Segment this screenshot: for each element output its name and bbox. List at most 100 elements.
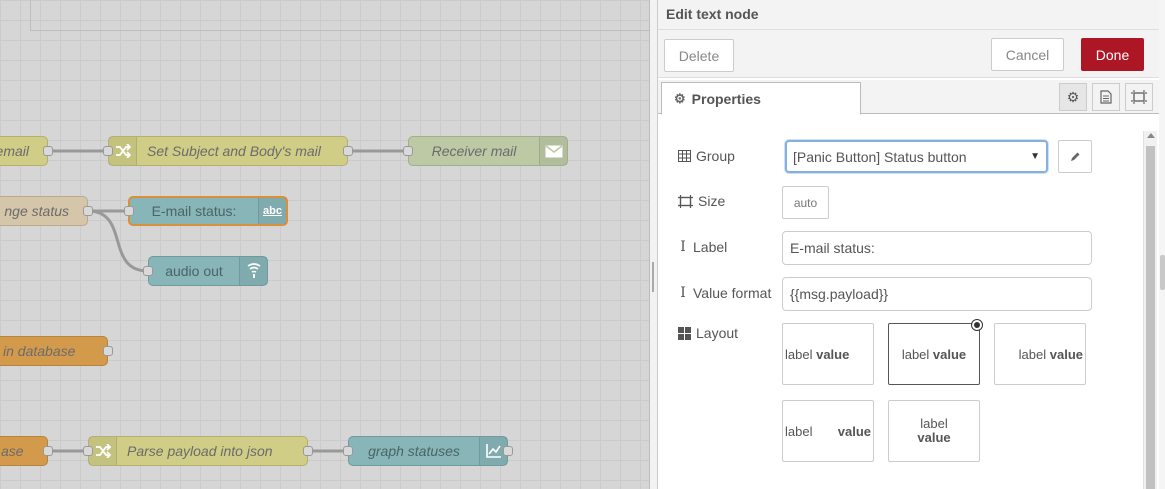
abc-icon-text: abc (263, 205, 282, 217)
node-label: Set Subject and Body's mail (147, 143, 321, 159)
layout-row-label: Layout (678, 325, 738, 341)
node-label: Receiver mail (431, 143, 517, 159)
table-icon (678, 150, 691, 162)
splitter-grip[interactable] (652, 262, 654, 292)
layout-option-label-value-left[interactable]: label value (782, 323, 874, 385)
output-port[interactable] (343, 146, 353, 156)
flow-node-database[interactable]: in database (0, 336, 113, 366)
output-port[interactable] (83, 206, 93, 216)
node-label: in database (3, 343, 76, 359)
properties-form: Group [Panic Button] Status button ▼ Siz… (658, 115, 1144, 489)
tray-toolbar: Delete Cancel Done (658, 30, 1165, 78)
audio-icon (239, 257, 267, 285)
flow-node-change-status[interactable]: nge status (0, 196, 93, 226)
tab-properties[interactable]: ⚙ Properties (661, 82, 861, 115)
tray-scrollbar[interactable] (1159, 0, 1165, 489)
text-cursor-icon: I (680, 285, 686, 301)
layout-option-label-value-stacked[interactable]: label value (888, 400, 980, 462)
layout-option-label: label (901, 346, 930, 362)
flow-node-email[interactable]: email (0, 136, 53, 166)
layout-option-value: value (932, 346, 967, 362)
node-label: nge status (4, 203, 69, 219)
pencil-icon (1071, 152, 1080, 161)
input-port[interactable] (403, 146, 413, 156)
format-label: Value format (693, 285, 772, 301)
form-scrollbar[interactable] (1143, 131, 1157, 489)
layout-option-value: value (1049, 346, 1083, 362)
done-button[interactable]: Done (1081, 38, 1144, 71)
tray-resize-splitter[interactable] (649, 0, 657, 489)
flow-node-email-status[interactable]: E-mail status: abc (124, 196, 288, 226)
node-label: graph statuses (368, 443, 460, 459)
layout-option-value: value (917, 430, 951, 445)
group-select[interactable]: [Panic Button] Status button ▼ (785, 140, 1048, 173)
edit-group-button[interactable] (1058, 140, 1092, 173)
size-label: Size (698, 193, 726, 209)
output-port[interactable] (103, 346, 113, 356)
tray-scroll-thumb[interactable] (1160, 255, 1165, 290)
editor-tray: Edit text node Delete Cancel Done ⚙ Prop… (657, 0, 1165, 489)
gear-icon: ⚙ (674, 90, 686, 106)
form-scroll-thumb[interactable] (1146, 146, 1155, 489)
layout-option-value: value (837, 423, 871, 439)
flow-node-audio-out[interactable]: audio out (143, 256, 268, 286)
size-picker-button[interactable]: auto (782, 186, 829, 219)
node-label: audio out (165, 263, 223, 279)
input-port[interactable] (343, 446, 353, 456)
layout-option-label: label (1018, 346, 1047, 362)
frame-icon (1131, 90, 1147, 104)
text-cursor-icon: I (680, 239, 686, 255)
selected-radio-icon (971, 319, 983, 331)
value-format-input[interactable]: {{msg.payload}} (782, 277, 1092, 311)
layout-label: Layout (696, 325, 739, 341)
layout-option-value: value (816, 346, 850, 362)
tab-description[interactable] (1092, 83, 1120, 111)
label-input[interactable]: E-mail status: (782, 231, 1092, 265)
flow-node-parse-payload[interactable]: Parse payload into json (83, 436, 313, 466)
flow-node-ase[interactable]: ase (0, 436, 53, 466)
group-select-value: [Panic Button] Status button (793, 148, 967, 165)
size-row-label: Size (678, 193, 725, 209)
abc-icon: abc (258, 198, 286, 224)
flow-workspace[interactable]: email Set Subject and Body's mail Receiv… (0, 0, 649, 489)
input-port[interactable] (143, 266, 153, 276)
cancel-button[interactable]: Cancel (991, 38, 1064, 71)
tab-appearance[interactable] (1125, 83, 1153, 111)
layout-option-label-value-spread[interactable]: label value (782, 400, 874, 462)
layout-option-label: label (785, 423, 813, 439)
delete-button[interactable]: Delete (664, 39, 734, 72)
envelope-icon (539, 137, 567, 165)
wires (48, 149, 408, 453)
tray-title: Edit text node (658, 0, 1165, 30)
scroll-up-arrow-icon[interactable] (1147, 133, 1155, 138)
group-row-label: Group (678, 148, 735, 164)
format-row-label: I Value format (678, 285, 771, 301)
layout-option-label: label (920, 416, 948, 431)
shuffle-icon (109, 137, 137, 165)
label-row-label: I Label (678, 239, 727, 255)
tab-node-settings[interactable]: ⚙ (1059, 83, 1087, 111)
output-port[interactable] (43, 146, 53, 156)
node-label: Parse payload into json (127, 443, 273, 459)
group-label: Group (696, 148, 735, 164)
gear-icon: ⚙ (1066, 88, 1080, 105)
flow-node-receiver-mail[interactable]: Receiver mail (403, 136, 568, 166)
flow-node-graph-statuses[interactable]: graph statuses (343, 436, 513, 466)
chevron-down-icon: ▼ (1030, 151, 1040, 162)
node-label: email (0, 143, 29, 159)
layout-option-label-value-right[interactable]: label value (994, 323, 1086, 385)
shuffle-icon (89, 437, 117, 465)
output-port[interactable] (303, 446, 313, 456)
input-port[interactable] (103, 146, 113, 156)
input-port[interactable] (83, 446, 93, 456)
tray-tabs: ⚙ Properties ⚙ (658, 80, 1165, 115)
label-label: Label (693, 239, 728, 255)
output-port[interactable] (503, 446, 513, 456)
flow-node-set-subject[interactable]: Set Subject and Body's mail (103, 136, 353, 166)
input-port[interactable] (124, 206, 134, 216)
output-port[interactable] (43, 446, 53, 456)
tab-properties-label: Properties (691, 90, 761, 107)
layout-option-label-value-center[interactable]: label value (888, 319, 983, 385)
layout-option-label: label (785, 346, 813, 362)
document-icon (1100, 90, 1112, 104)
